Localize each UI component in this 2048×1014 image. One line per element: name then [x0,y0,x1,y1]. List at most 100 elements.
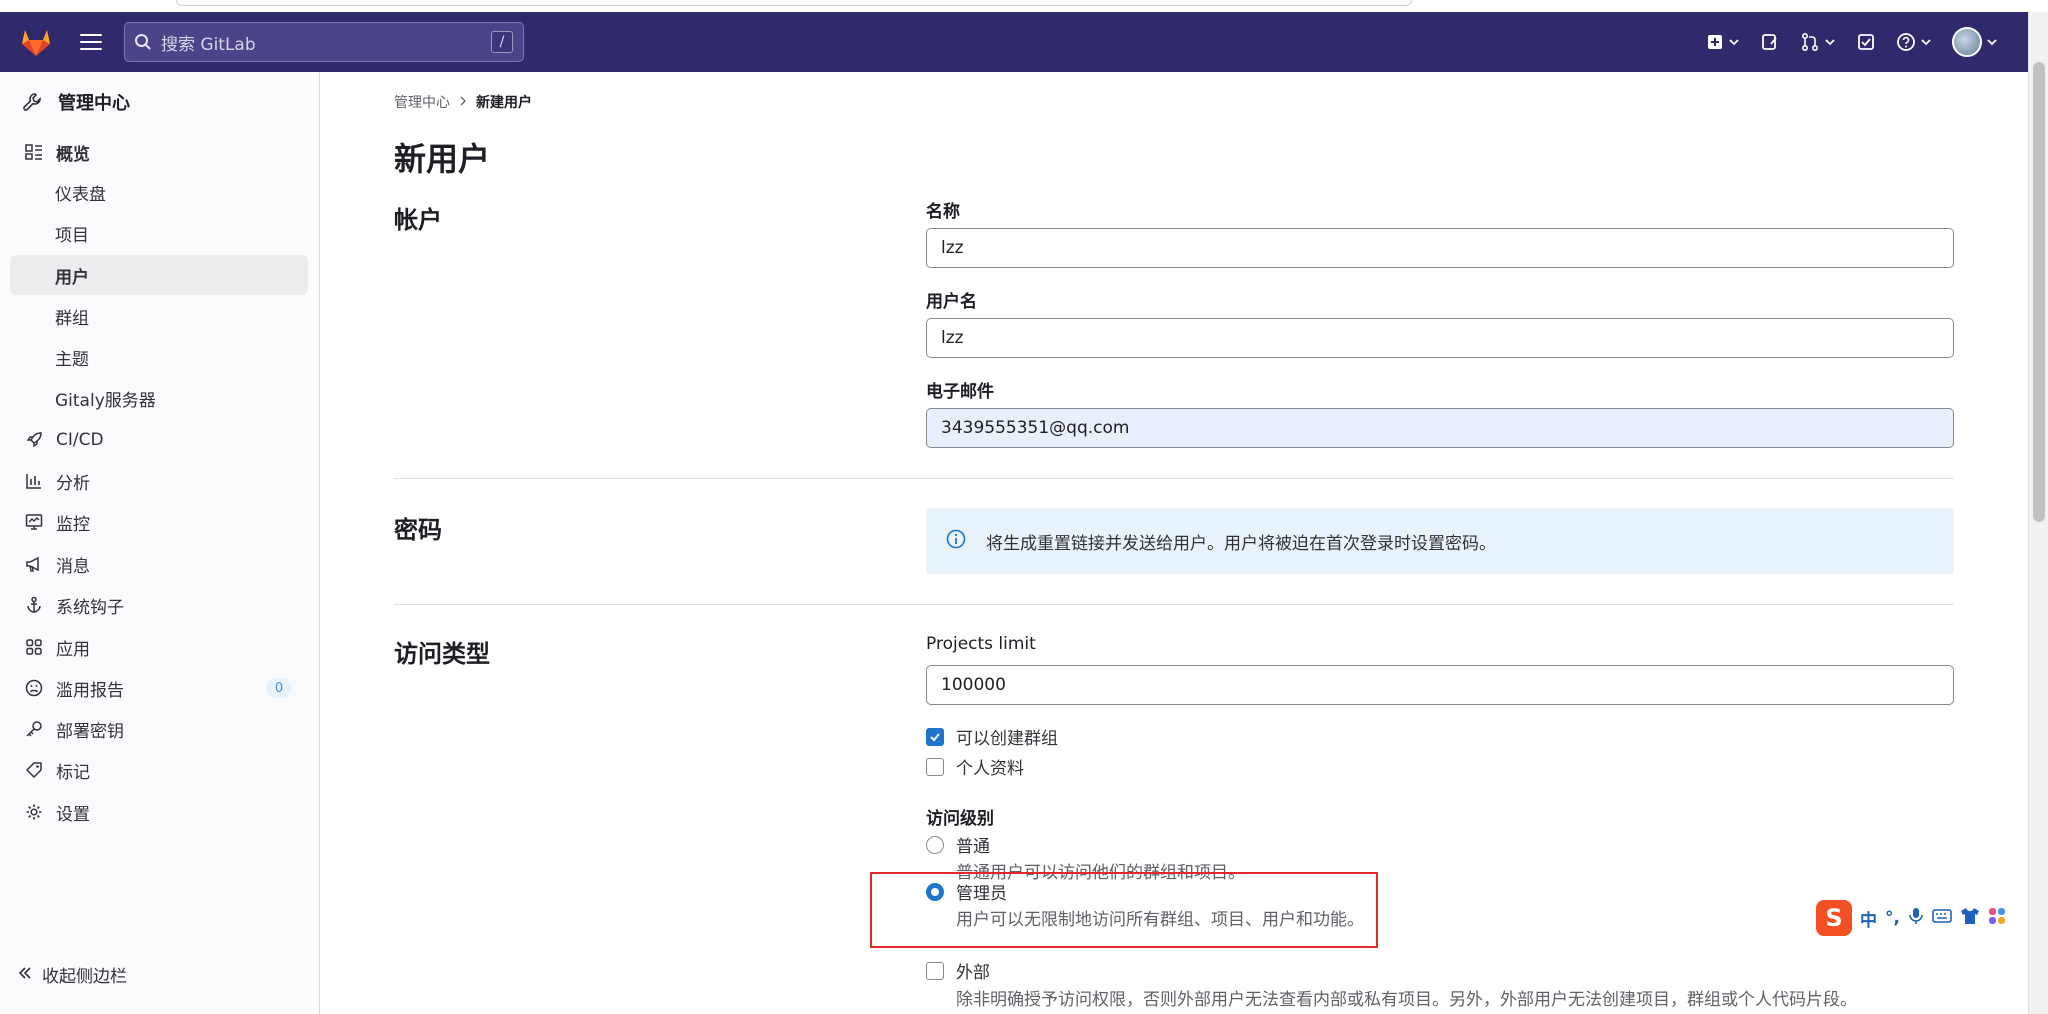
sidebar-item-label: 分析 [56,473,90,494]
projects-limit-value: 100000 [941,675,1006,695]
bullhorn-icon [24,554,44,574]
sidebar-item-projects[interactable]: 项目 [10,213,308,253]
search-icon [125,22,161,62]
chevron-down-icon [1729,39,1739,46]
breadcrumb-link[interactable]: 管理中心 [394,92,450,112]
email-label: 电子邮件 [926,382,994,402]
breadcrumb: 管理中心 新建用户 [394,92,532,112]
page-scrollbar[interactable] [2028,12,2048,1014]
sidebar-item-label: 用户 [55,267,89,288]
sidebar-item-cicd[interactable]: CI/CD [10,420,308,460]
ime-mode-toggle[interactable]: 中 [1860,906,1877,931]
merge-request-icon [1801,32,1819,52]
avatar [1952,27,1982,57]
sidebar-item-topics[interactable]: 主题 [10,337,308,377]
radio-empty-icon [926,835,944,854]
sidebar-item-messages[interactable]: 消息 [10,544,308,584]
count-badge: 0 [266,678,292,698]
keyboard-icon[interactable] [1932,908,1952,928]
main-content: 管理中心 新建用户 新用户 帐户 名称 lzz 用户名 lzz 电子邮件 343… [394,72,1954,1014]
sidebar-context-title: 管理中心 [58,93,130,114]
todo-icon [1858,34,1874,50]
external-user-help: 除非明确授予访问权限，否则外部用户无法查看内部或私有项目。另外，外部用户无法创建… [956,990,1857,1010]
projects-limit-label: Projects limit [926,634,1036,654]
monitor-icon [24,512,44,532]
toolbox-grid-icon[interactable] [1988,907,2006,929]
browser-strip [0,0,2048,12]
section-title-password: 密码 [394,516,442,544]
access-level-regular-radio[interactable]: 普通 [926,832,990,857]
checkbox-label: 外部 [956,963,990,983]
skin-shirt-icon[interactable] [1960,907,1980,929]
checkbox-empty-icon [926,961,944,980]
ime-toolbar: S 中 °, [1816,900,2026,936]
question-icon [1897,33,1915,51]
access-level-label: 访问级别 [926,809,994,829]
menu-icon[interactable] [78,30,104,54]
name-value: lzz [941,238,964,258]
help-button[interactable] [1886,12,1942,72]
page-title: 新用户 [394,140,491,178]
highlight-annotation-box [870,872,1378,948]
name-field[interactable]: lzz [926,228,1954,268]
search-placeholder: 搜索 GitLab [161,34,256,55]
sogou-logo-icon[interactable]: S [1816,900,1852,936]
chevron-down-icon [1921,39,1931,46]
section-title-access: 访问类型 [394,640,490,668]
merge-requests-button[interactable] [1790,12,1846,72]
plus-square-icon [1708,35,1722,49]
create-new-button[interactable] [1696,12,1750,72]
private-profile-checkbox[interactable]: 个人资料 [926,754,1024,779]
sidebar-item-overview[interactable]: 概览 [10,132,308,172]
anchor-icon [24,595,44,615]
sidebar-item-dashboard[interactable]: 仪表盘 [10,172,308,212]
sidebar-item-monitoring[interactable]: 监控 [10,502,308,542]
email-field[interactable]: 3439555351@qq.com [926,408,1954,448]
rocket-icon [24,430,44,450]
info-icon [946,529,966,554]
sidebar-item-system-hooks[interactable]: 系统钩子 [10,585,308,625]
sidebar-item-users[interactable]: 用户 [10,255,308,295]
projects-limit-field[interactable]: 100000 [926,665,1954,705]
sidebar-item-label: 部署密钥 [56,721,124,742]
sidebar-item-gitaly-servers[interactable]: Gitaly服务器 [10,378,308,418]
label-icon [24,760,44,780]
sidebar-item-applications[interactable]: 应用 [10,627,308,667]
sidebar-item-label: 应用 [56,639,90,660]
sidebar-item-label: 设置 [56,804,90,825]
todos-button[interactable] [1846,12,1886,72]
sidebar-item-labels[interactable]: 标记 [10,750,308,790]
sidebar-context-header[interactable]: 管理中心 [0,72,320,132]
breadcrumb-current: 新建用户 [476,95,532,111]
collapse-sidebar-button[interactable]: 收起侧边栏 [18,962,127,987]
chevron-right-icon [458,94,468,110]
sidebar-item-label: 监控 [56,514,90,535]
sidebar-item-label: 消息 [56,556,90,577]
sidebar-item-analytics[interactable]: 分析 [10,461,308,501]
search-input[interactable]: 搜索 GitLab / [124,22,524,62]
sidebar-item-label: 群组 [55,308,89,329]
ime-punctuation-toggle[interactable]: °, [1885,908,1900,928]
gitlab-logo-icon[interactable] [18,24,54,60]
microphone-icon[interactable] [1908,907,1924,929]
external-user-checkbox[interactable]: 外部 [926,958,990,983]
sidebar-item-abuse-reports[interactable]: 滥用报告 0 [10,668,308,708]
chevron-down-icon [1987,39,1997,46]
sidebar-item-label: 主题 [55,349,89,370]
username-field[interactable]: lzz [926,318,1954,358]
sidebar-item-settings[interactable]: 设置 [10,792,308,832]
name-label: 名称 [926,202,960,222]
checkbox-empty-icon [926,757,944,776]
sidebar-item-groups[interactable]: 群组 [10,296,308,336]
search-shortcut-key: / [491,31,513,53]
key-icon [24,719,44,739]
checkbox-checked-icon [926,727,944,746]
password-info-text: 将生成重置链接并发送给用户。用户将被迫在首次登录时设置密码。 [986,533,1496,554]
username-value: lzz [941,328,964,348]
settings-icon [24,802,44,822]
can-create-group-checkbox[interactable]: 可以创建群组 [926,724,1058,749]
sidebar-item-deploy-keys[interactable]: 部署密钥 [10,709,308,749]
user-menu-button[interactable] [1942,12,2028,72]
sidebar-item-label: 系统钩子 [56,597,124,618]
issues-button[interactable] [1750,12,1790,72]
